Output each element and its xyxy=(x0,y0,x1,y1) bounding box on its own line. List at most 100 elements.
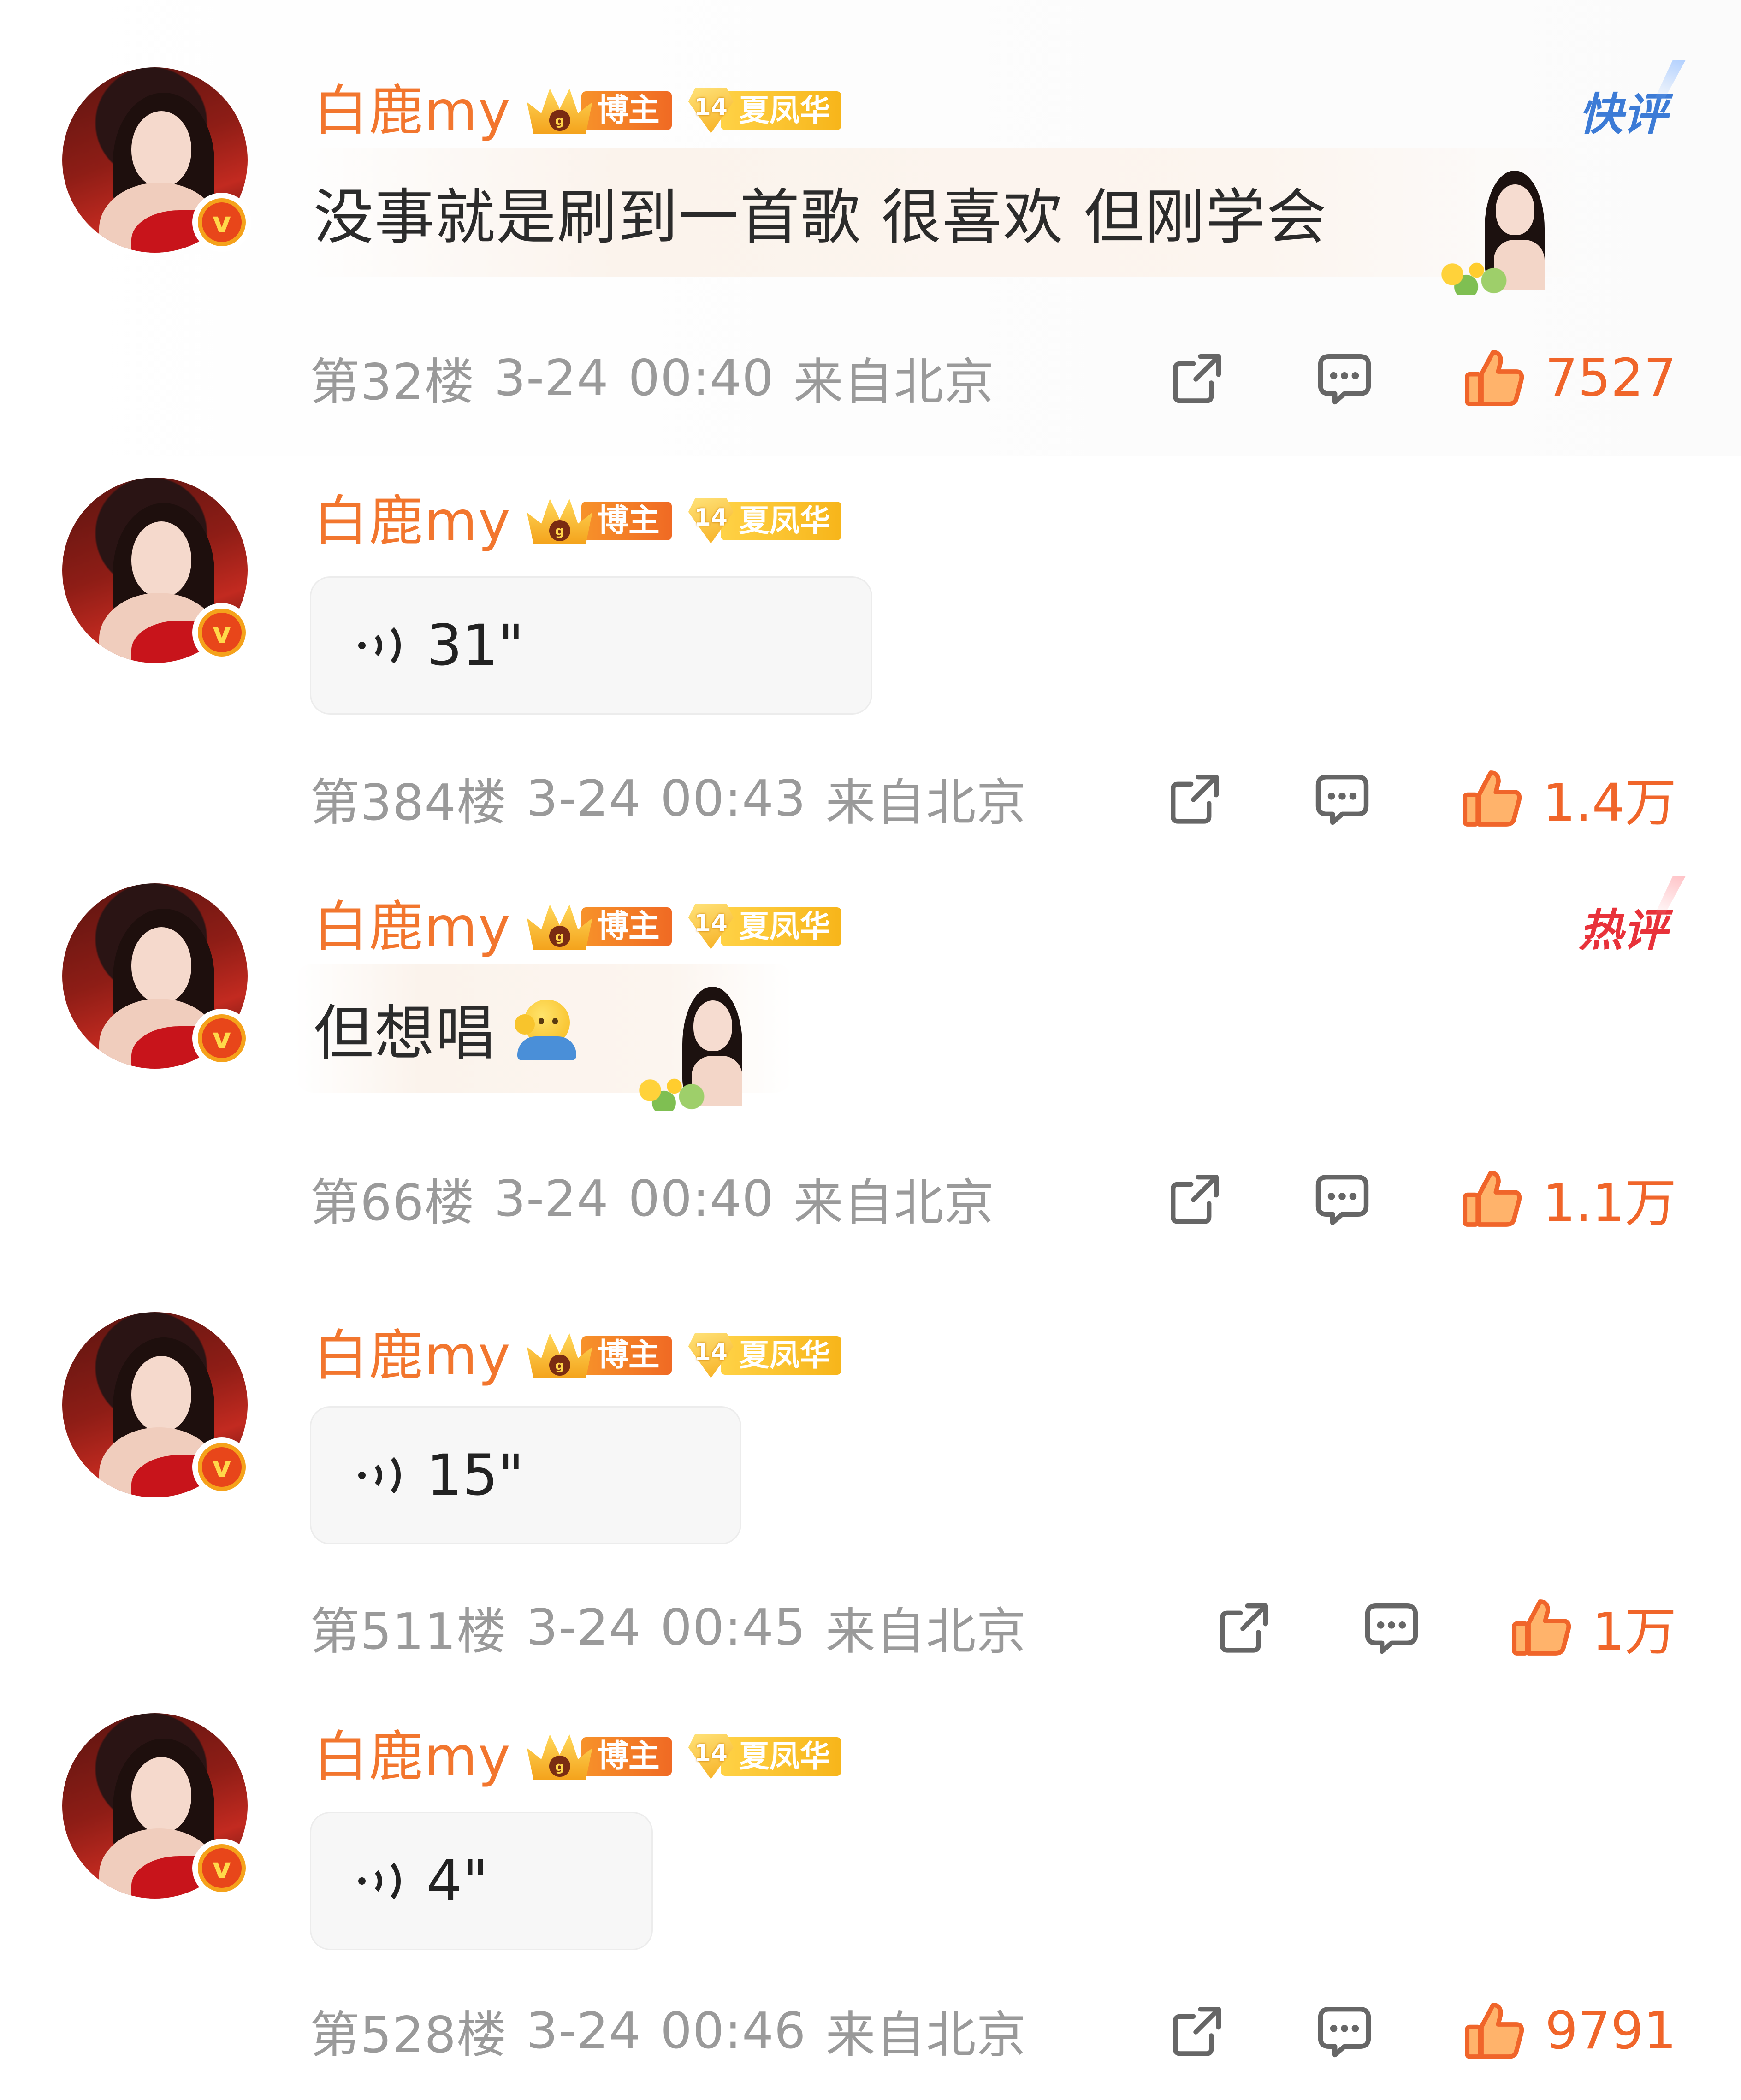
fan-level-badge[interactable]: 14 夏凤华 xyxy=(686,496,841,546)
thumbs-up-icon xyxy=(1462,346,1527,410)
voice-message[interactable]: 31" xyxy=(310,576,872,715)
meta-location: 来自北京 xyxy=(825,774,1027,832)
meta-floor: 第384楼 xyxy=(310,774,507,832)
decoration-portrait xyxy=(1439,166,1558,295)
quick-comment-tag: 快评 xyxy=(1579,60,1686,142)
comment-text: 没事就是刷到一首歌 很喜欢 但刚学会 xyxy=(314,182,1327,252)
avatar[interactable]: v xyxy=(62,67,251,253)
verified-v-icon: v xyxy=(192,603,251,662)
avatar[interactable]: v xyxy=(62,1312,251,1497)
thumbs-up-icon xyxy=(1509,1595,1574,1660)
verified-v-icon: v xyxy=(192,1009,251,1068)
like-button[interactable]: 7527 xyxy=(1462,346,1676,410)
meta-location: 来自北京 xyxy=(825,2006,1027,2064)
voice-wave-icon xyxy=(353,1853,408,1909)
comment-icon[interactable] xyxy=(1315,2001,1374,2061)
share-icon[interactable] xyxy=(1167,2001,1227,2061)
verified-v-icon: v xyxy=(192,1839,251,1898)
username[interactable]: 白鹿my xyxy=(314,494,511,548)
verified-v-icon: v xyxy=(192,1437,251,1497)
comment-icon[interactable] xyxy=(1312,1169,1372,1229)
username[interactable]: 白鹿my xyxy=(314,1328,511,1383)
comment-icon[interactable] xyxy=(1315,348,1374,408)
user-row: 白鹿my g 博主 14 夏凤华 xyxy=(314,76,841,145)
comment-item: v 白鹿my g 博主 14 夏凤华 4" 第528楼 3-24 00:46 来… xyxy=(0,1692,1741,2100)
fan-level-badge[interactable]: 14 夏凤华 xyxy=(686,1732,841,1781)
comment-meta: 第32楼 3-24 00:40 来自北京 7527 xyxy=(310,343,1676,413)
thumbs-up-icon xyxy=(1462,1999,1527,2063)
like-button[interactable]: 9791 xyxy=(1462,1999,1676,2063)
username[interactable]: 白鹿my xyxy=(314,1729,511,1784)
voice-duration: 31" xyxy=(426,613,524,678)
voice-wave-icon xyxy=(353,1448,408,1503)
username[interactable]: 白鹿my xyxy=(314,83,511,138)
avatar[interactable]: v xyxy=(62,883,251,1069)
fan-level-badge[interactable]: 14 夏凤华 xyxy=(686,902,841,952)
voice-wave-icon xyxy=(353,618,408,673)
share-icon[interactable] xyxy=(1165,1169,1225,1229)
verified-v-icon: v xyxy=(192,193,251,252)
like-button[interactable]: 1.1万 xyxy=(1460,1161,1676,1236)
comment-meta: 第66楼 3-24 00:40 来自北京 1.1万 xyxy=(310,1164,1676,1234)
meta-time: 00:40 xyxy=(628,1170,774,1228)
comment-item: v 白鹿my g 博主 14 夏凤华 31" 第384楼 3-24 00:43 … xyxy=(0,456,1741,862)
user-row: 白鹿my g 博主 14 夏凤华 xyxy=(314,486,841,556)
user-row: 白鹿my g 博主 14 夏凤华 xyxy=(314,892,841,961)
meta-floor: 第528楼 xyxy=(310,2006,507,2064)
meta-date: 3-24 xyxy=(526,1598,641,1656)
like-count: 9791 xyxy=(1545,2001,1676,2061)
crown-icon: g xyxy=(525,1732,594,1781)
meta-time: 00:40 xyxy=(628,349,774,407)
blogger-badge[interactable]: g 博主 xyxy=(525,1732,672,1781)
share-icon[interactable] xyxy=(1214,1597,1274,1657)
share-icon[interactable] xyxy=(1165,769,1225,828)
avatar[interactable]: v xyxy=(62,1713,251,1899)
comment-actions: 1.4万 xyxy=(1165,764,1676,833)
comment-meta: 第384楼 3-24 00:43 来自北京 1.4万 xyxy=(310,764,1676,834)
meta-location: 来自北京 xyxy=(793,354,995,411)
like-count: 1.4万 xyxy=(1542,773,1676,833)
username[interactable]: 白鹿my xyxy=(314,899,511,954)
meta-date: 3-24 xyxy=(526,769,641,828)
meta-location: 来自北京 xyxy=(793,1174,995,1232)
like-button[interactable]: 1.4万 xyxy=(1460,761,1676,836)
user-row: 白鹿my g 博主 14 夏凤华 xyxy=(314,1321,841,1390)
comment-actions: 1.1万 xyxy=(1165,1164,1676,1233)
meta-floor: 第66楼 xyxy=(310,1174,475,1232)
voice-duration: 15" xyxy=(426,1443,524,1508)
comment-item: v 白鹿my g 博主 14 夏凤华 热评 但想唱 第66楼 3-24 00:4… xyxy=(0,862,1741,1291)
blogger-badge[interactable]: g 博主 xyxy=(525,902,672,952)
blogger-badge[interactable]: g 博主 xyxy=(525,1331,672,1380)
meta-time: 00:46 xyxy=(660,2002,806,2060)
comment-item: v 白鹿my g 博主 14 夏凤华 快评 没事就是刷到一首歌 很喜欢 但刚学会… xyxy=(0,0,1741,456)
blogger-badge[interactable]: g 博主 xyxy=(525,496,672,546)
like-count: 1.1万 xyxy=(1542,1173,1676,1233)
like-button[interactable]: 1万 xyxy=(1509,1590,1676,1665)
user-row: 白鹿my g 博主 14 夏凤华 xyxy=(314,1722,841,1791)
like-count: 1万 xyxy=(1592,1602,1676,1662)
comment-text-bubble: 没事就是刷到一首歌 很喜欢 但刚学会 xyxy=(295,148,1586,277)
hot-comment-tag: 热评 xyxy=(1579,876,1686,958)
fan-level-badge[interactable]: 14 夏凤华 xyxy=(686,1331,841,1380)
comment-icon[interactable] xyxy=(1362,1597,1421,1657)
comment-actions: 9791 xyxy=(1167,1996,1676,2065)
comment-actions: 7527 xyxy=(1167,343,1676,413)
crown-icon: g xyxy=(525,902,594,952)
meta-time: 00:43 xyxy=(660,769,806,828)
meta-date: 3-24 xyxy=(494,1170,609,1228)
fan-level-badge[interactable]: 14 夏凤华 xyxy=(686,86,841,136)
comment-text: 但想唱 xyxy=(314,998,497,1068)
avatar[interactable]: v xyxy=(62,478,251,663)
thumbs-up-icon xyxy=(1460,1166,1524,1231)
voice-message[interactable]: 15" xyxy=(310,1406,741,1544)
blogger-badge[interactable]: g 博主 xyxy=(525,86,672,136)
share-icon[interactable] xyxy=(1167,348,1227,408)
comment-icon[interactable] xyxy=(1312,769,1372,828)
like-count: 7527 xyxy=(1545,348,1676,408)
comment-item: v 白鹿my g 博主 14 夏凤华 15" 第511楼 3-24 00:45 … xyxy=(0,1291,1741,1692)
meta-floor: 第32楼 xyxy=(310,354,475,411)
diamond-icon: 14 xyxy=(686,1330,736,1381)
crown-icon: g xyxy=(525,496,594,546)
voice-message[interactable]: 4" xyxy=(310,1812,653,1950)
diamond-icon: 14 xyxy=(686,901,736,952)
